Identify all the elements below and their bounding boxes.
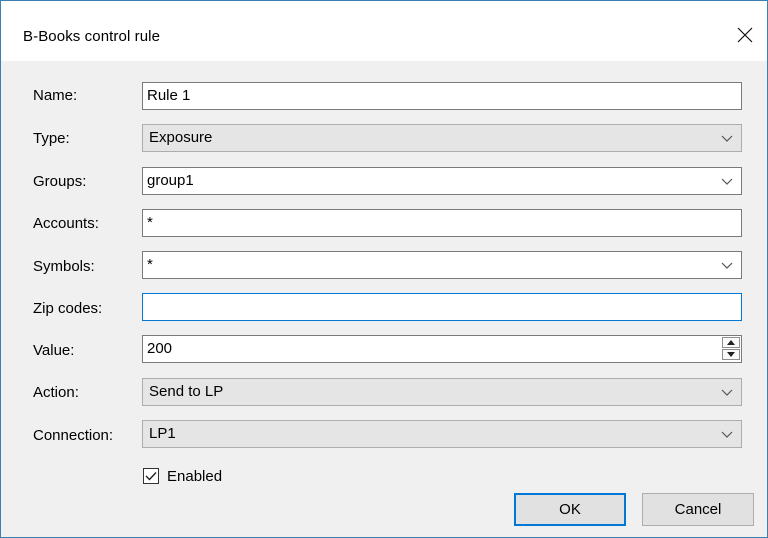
checkmark-icon — [145, 472, 157, 481]
value-stepper[interactable]: 200 — [142, 335, 742, 363]
close-button[interactable] — [725, 18, 765, 52]
connection-dropdown[interactable]: LP1 — [142, 420, 742, 448]
value-label: Value: — [33, 342, 75, 359]
connection-value: LP1 — [149, 425, 176, 442]
chevron-down-icon[interactable] — [721, 260, 733, 270]
zip-codes-field[interactable] — [142, 293, 742, 321]
arrow-up-icon — [727, 340, 735, 345]
groups-label: Groups: — [33, 173, 87, 190]
zip-codes-label: Zip codes: — [33, 300, 103, 317]
dialog-body: Name: Rule 1 Type: Exposure Groups: grou… — [1, 61, 767, 537]
dialog-title: B-Books control rule — [23, 28, 161, 45]
groups-combobox[interactable]: group1 — [142, 167, 742, 195]
chevron-down-icon — [721, 389, 733, 396]
cancel-button[interactable]: Cancel — [642, 493, 754, 526]
chevron-down-icon — [721, 431, 733, 438]
accounts-field[interactable]: * — [142, 209, 742, 237]
close-icon — [737, 27, 753, 43]
action-label: Action: — [33, 384, 79, 401]
spin-up-button[interactable] — [722, 337, 740, 348]
spin-buttons — [722, 337, 740, 361]
arrow-down-icon — [727, 352, 735, 357]
enabled-checkbox[interactable] — [143, 468, 159, 484]
chevron-down-icon — [721, 135, 733, 142]
enabled-checkbox-row[interactable]: Enabled — [143, 466, 222, 486]
spin-down-button[interactable] — [722, 349, 740, 360]
type-label: Type: — [33, 130, 70, 147]
type-dropdown[interactable]: Exposure — [142, 124, 742, 152]
groups-value: group1 — [147, 172, 194, 189]
title-bar[interactable]: B-Books control rule — [1, 1, 767, 61]
accounts-label: Accounts: — [33, 215, 99, 232]
connection-label: Connection: — [33, 427, 114, 444]
dialog-window: B-Books control rule Name: Rule 1 Type: … — [0, 0, 768, 538]
symbols-combobox[interactable]: * — [142, 251, 742, 279]
symbols-label: Symbols: — [33, 258, 95, 275]
symbols-value: * — [147, 256, 153, 273]
action-value: Send to LP — [149, 383, 224, 400]
name-label: Name: — [33, 87, 78, 104]
value-number: 200 — [147, 340, 173, 357]
name-field[interactable]: Rule 1 — [142, 82, 742, 110]
chevron-down-icon[interactable] — [721, 176, 733, 186]
type-value: Exposure — [149, 129, 213, 146]
ok-button[interactable]: OK — [514, 493, 626, 526]
enabled-label[interactable]: Enabled — [167, 468, 222, 485]
action-dropdown[interactable]: Send to LP — [142, 378, 742, 406]
